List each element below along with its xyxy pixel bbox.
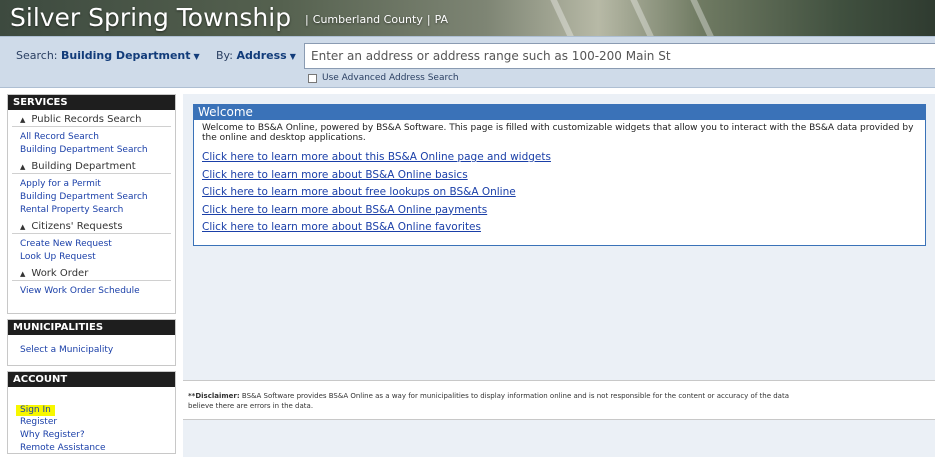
search-bar: Search: Building Department ▼ By: Address… [0,36,935,88]
link-create-new-request[interactable]: Create New Request [8,238,175,251]
link-learn-payments[interactable]: Click here to learn more about BS&A Onli… [202,204,917,217]
collapse-triangle-icon[interactable]: ▲ [20,116,25,124]
link-look-up-request[interactable]: Look Up Request [8,251,175,264]
link-remote-assistance[interactable]: Remote Assistance [8,442,175,455]
header-banner: Silver Spring Township | Cumberland Count… [0,0,935,36]
search-by-value[interactable]: Address [236,49,286,62]
municipalities-panel: MUNICIPALITIES Select a Municipality [7,319,176,366]
collapse-triangle-icon[interactable]: ▲ [20,223,25,231]
welcome-widget: Welcome Welcome to BS&A Online, powered … [193,104,926,246]
link-learn-favorites[interactable]: Click here to learn more about BS&A Onli… [202,221,917,234]
chevron-down-icon[interactable]: ▼ [290,52,296,61]
services-panel: SERVICES ▲ Public Records Search All Reco… [7,94,176,314]
link-learn-basics[interactable]: Click here to learn more about BS&A Onli… [202,169,917,182]
link-why-register[interactable]: Why Register? [8,429,175,442]
link-apply-for-permit[interactable]: Apply for a Permit [8,178,175,191]
sidebar: SERVICES ▲ Public Records Search All Reco… [7,94,176,459]
disclaimer-text-2: believe there are errors in the data. [188,402,314,410]
search-type-value[interactable]: Building Department [61,49,191,62]
group-building-department[interactable]: ▲ Building Department [12,159,171,174]
disclaimer: **Disclaimer: BS&A Software provides BS&… [183,380,935,420]
banner-decoration [627,0,659,36]
county-name: Cumberland County [312,12,423,26]
site-title: Silver Spring Township | Cumberland Count… [10,1,448,36]
welcome-intro: Welcome to BS&A Online, powered by BS&A … [202,123,914,143]
link-rental-property-search[interactable]: Rental Property Search [8,204,175,217]
municipalities-heading: MUNICIPALITIES [8,320,175,335]
banner-decoration [687,0,719,36]
link-view-work-order-schedule[interactable]: View Work Order Schedule [8,285,175,298]
account-panel: ACCOUNT Sign In Register Why Register? R… [7,371,176,454]
group-public-records[interactable]: ▲ Public Records Search [12,112,171,127]
link-all-record-search[interactable]: All Record Search [8,131,175,144]
banner-decoration [547,0,579,36]
link-building-department-search-2[interactable]: Building Department Search [8,191,175,204]
link-register[interactable]: Register [8,416,175,429]
collapse-triangle-icon[interactable]: ▲ [20,163,25,171]
disclaimer-text: BS&A Software provides BS&A Online as a … [241,392,789,400]
welcome-links: Click here to learn more about this BS&A… [194,143,925,234]
search-type-selector[interactable]: Search: Building Department ▼ [16,49,200,62]
collapse-triangle-icon[interactable]: ▲ [20,270,25,278]
link-building-department-search[interactable]: Building Department Search [8,144,175,157]
advanced-search-option[interactable]: Use Advanced Address Search [308,73,459,83]
link-learn-page-widgets[interactable]: Click here to learn more about this BS&A… [202,151,917,164]
link-select-municipality[interactable]: Select a Municipality [8,344,175,357]
disclaimer-label: **Disclaimer: [188,392,240,400]
welcome-heading: Welcome [194,105,925,120]
state-name: PA [434,12,449,26]
advanced-search-label: Use Advanced Address Search [322,73,459,83]
advanced-search-checkbox[interactable] [308,73,317,83]
account-heading: ACCOUNT [8,372,175,387]
address-search-input[interactable]: Enter an address or address range such a… [304,43,935,69]
site-subtitle: | Cumberland County | PA [305,12,449,26]
main-content: Welcome Welcome to BS&A Online, powered … [183,94,935,457]
link-learn-free-lookups[interactable]: Click here to learn more about free look… [202,186,917,199]
search-by-selector[interactable]: By: Address ▼ [216,49,296,62]
services-heading: SERVICES [8,95,175,110]
township-name: Silver Spring Township [10,3,292,32]
group-work-order[interactable]: ▲ Work Order [12,266,171,281]
link-sign-in[interactable]: Sign In [16,405,55,416]
chevron-down-icon[interactable]: ▼ [194,52,200,61]
group-citizens-requests[interactable]: ▲ Citizens' Requests [12,219,171,234]
